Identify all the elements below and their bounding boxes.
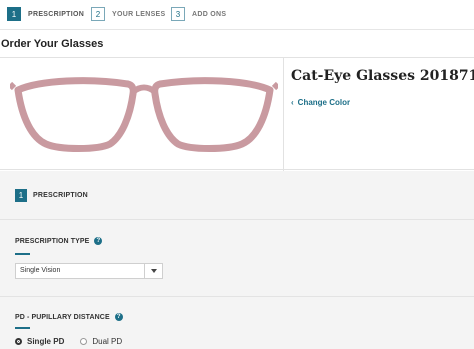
prescription-type-label: PRESCRIPTION TYPE ?: [15, 237, 103, 245]
product-summary: Cat-Eye Glasses 2018719 ‹ Change Color: [0, 57, 474, 171]
radio-icon: [80, 338, 88, 345]
prescription-section: 1 PRESCRIPTION PRESCRIPTION TYPE ? Singl…: [0, 171, 474, 349]
radio-icon: [15, 338, 22, 345]
step-label: ADD ONS: [192, 10, 227, 18]
page-title: Order Your Glasses: [1, 38, 104, 50]
single-pd-radio[interactable]: Single PD: [15, 337, 64, 346]
checkout-steps: 1 PRESCRIPTION 2 YOUR LENSES 3 ADD ONS: [0, 0, 474, 30]
help-icon[interactable]: ?: [114, 313, 123, 321]
chevron-left-icon: ‹: [291, 98, 294, 107]
help-icon[interactable]: ?: [94, 237, 103, 245]
change-color-label: Change Color: [297, 98, 351, 107]
section-header: 1 PRESCRIPTION: [15, 189, 88, 202]
divider: [0, 296, 474, 297]
radio-label: Single PD: [27, 337, 65, 346]
step-number: 3: [171, 7, 185, 21]
section-title: PRESCRIPTION: [33, 192, 88, 199]
label-underline: [15, 253, 30, 255]
step-number: 2: [91, 7, 105, 21]
dual-pd-radio[interactable]: Dual PD: [80, 337, 122, 346]
step-your-lenses[interactable]: 2 YOUR LENSES: [91, 6, 165, 22]
product-title: Cat-Eye Glasses 2018719: [291, 68, 474, 84]
step-number: 1: [7, 7, 21, 21]
label-text: PRESCRIPTION TYPE: [15, 237, 90, 245]
glasses-image: [10, 77, 278, 152]
select-value: Single Vision: [20, 267, 61, 274]
radio-label: Dual PD: [92, 337, 123, 346]
step-add-ons[interactable]: 3 ADD ONS: [171, 6, 226, 22]
step-prescription[interactable]: 1 PRESCRIPTION: [7, 6, 84, 22]
divider: [283, 58, 284, 171]
chevron-down-icon[interactable]: [144, 264, 162, 278]
label-text: PD - PUPILLARY DISTANCE: [15, 313, 110, 321]
pd-label: PD - PUPILLARY DISTANCE ?: [15, 313, 123, 321]
change-color-link[interactable]: ‹ Change Color: [291, 98, 350, 107]
pd-options: Single PD Dual PD: [15, 337, 138, 346]
step-label: PRESCRIPTION: [28, 10, 85, 18]
prescription-type-select[interactable]: Single Vision: [15, 263, 163, 279]
step-label: YOUR LENSES: [112, 10, 166, 18]
label-underline: [15, 327, 30, 329]
divider: [0, 219, 474, 220]
section-number: 1: [15, 189, 27, 202]
